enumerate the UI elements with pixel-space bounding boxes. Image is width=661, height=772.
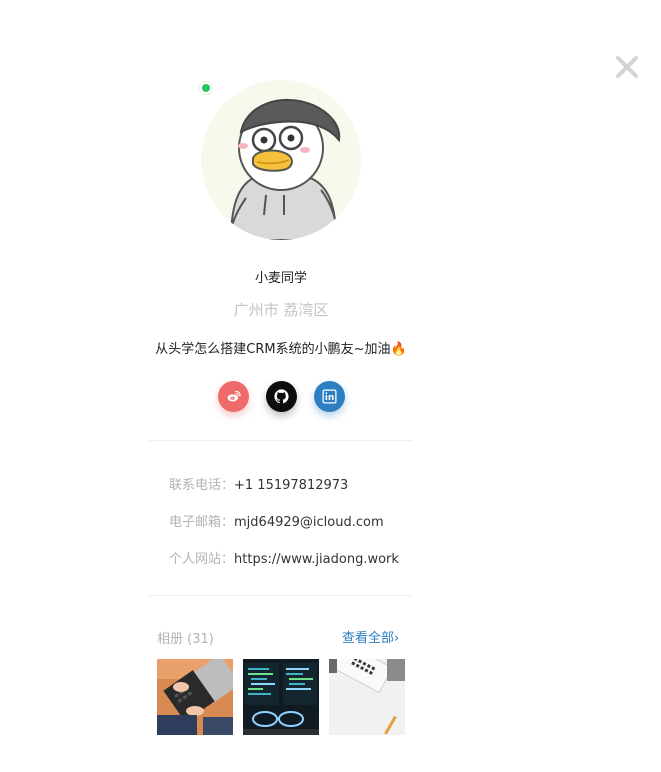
view-all-label: 查看全部 (342, 631, 395, 646)
linkedin-button[interactable] (314, 381, 345, 412)
avatar[interactable] (201, 80, 361, 240)
chevron-right-icon: › (394, 631, 400, 646)
contact-phone-row: 联系电话：+1 15197812973 (169, 474, 348, 493)
profile-bio: 从头学怎么搭建CRM系统的小鹏友~加油🔥 (0, 338, 562, 357)
weibo-button[interactable] (218, 381, 249, 412)
profile-name: 小麦同学 (254, 271, 307, 286)
white-keyboard-photo (329, 659, 405, 735)
website-label: 个人网站： (169, 552, 235, 567)
bio-text: 从头学怎么搭建CRM系统的小鹏友~加油 (155, 342, 391, 357)
github-button[interactable] (266, 381, 297, 412)
profile-location: 广州市 荔湾区 (233, 301, 329, 319)
view-all-link[interactable]: 查看全部› (342, 627, 399, 646)
github-icon (274, 389, 289, 404)
profile-card: 小麦同学 广州市 荔湾区 从头学怎么搭建CRM系统的小鹏友~加油🔥 联系电话：+… (0, 0, 661, 772)
email-label: 电子邮箱： (169, 515, 235, 530)
laptop-keyboard-photo (157, 659, 233, 735)
email-value[interactable]: mjd64929@icloud.com (234, 515, 384, 530)
album-title: 相册 (31) (157, 632, 214, 647)
album-photo[interactable] (243, 659, 319, 735)
code-monitor-photo (243, 659, 319, 735)
divider (149, 595, 412, 596)
social-links (218, 381, 345, 412)
fire-emoji: 🔥 (390, 342, 407, 357)
weibo-icon (227, 390, 241, 402)
album-photo[interactable] (157, 659, 233, 735)
phone-label: 联系电话： (169, 478, 235, 493)
contact-email-row: 电子邮箱：mjd64929@icloud.com (169, 511, 384, 530)
online-status-indicator (200, 82, 212, 94)
linkedin-icon (322, 389, 337, 404)
website-link[interactable]: https://www.jiadong.work (234, 552, 399, 567)
phone-value[interactable]: +1 15197812973 (234, 478, 348, 493)
album-photo[interactable] (329, 659, 405, 735)
contact-website-row: 个人网站：https://www.jiadong.work (169, 548, 399, 567)
close-icon[interactable] (610, 50, 644, 84)
divider (149, 440, 412, 441)
